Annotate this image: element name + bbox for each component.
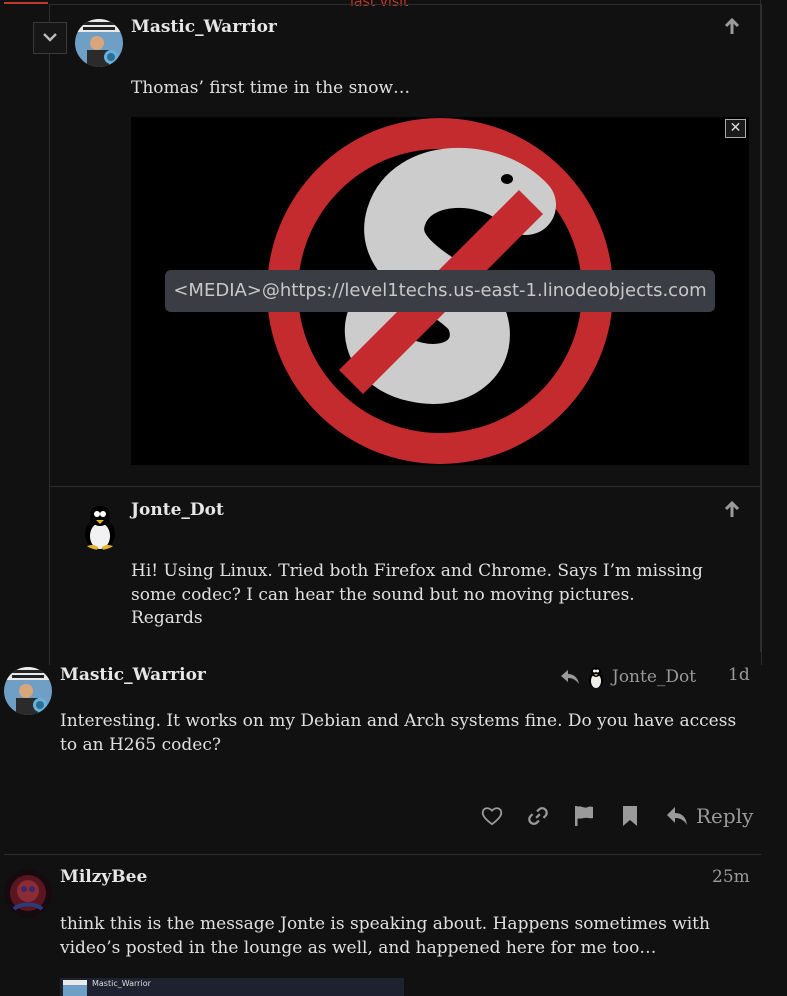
reply-to-post-author[interactable]: Jonte_Dot — [131, 500, 224, 520]
divider — [50, 486, 760, 487]
text-line: to an H265 codec? — [60, 734, 221, 755]
context-right-border — [760, 0, 761, 652]
go-to-post-arrow-icon[interactable] — [723, 500, 741, 523]
text-line: Interesting. It works on my Debian and A… — [60, 711, 737, 731]
reply-share-icon — [561, 670, 579, 684]
last-visit-line — [4, 2, 48, 4]
bookmark-icon — [623, 806, 637, 826]
embedded-post-text: Thomas’ first time in the snow… — [131, 78, 411, 98]
bookmark-button[interactable] — [616, 802, 644, 830]
next-post-author[interactable]: MilzyBee — [60, 867, 147, 887]
heart-icon — [481, 807, 503, 826]
avatar-jonte-dot[interactable] — [76, 502, 124, 550]
reply-icon — [667, 807, 687, 825]
flag-button[interactable] — [570, 802, 598, 830]
text-line: think this is the message Jonte is speak… — [60, 914, 710, 934]
reply-button-label: Reply — [696, 804, 754, 828]
next-post-body: think this is the message Jonte is speak… — [60, 913, 710, 960]
like-button[interactable] — [478, 802, 506, 830]
reply-to-post-text: Hi! Using Linux. Tried both Firefox and … — [131, 560, 703, 631]
text-line: video’s posted in the lounge as well, an… — [60, 937, 657, 958]
chevron-down-icon — [43, 33, 57, 42]
reply-to-tab[interactable]: Jonte_Dot — [560, 665, 696, 689]
post-body: Interesting. It works on my Debian and A… — [60, 710, 736, 757]
media-url-label: <MEDIA>@https://level1techs.us-east-1.li… — [165, 270, 715, 312]
post-divider — [4, 854, 761, 855]
screenshot-thumbnail[interactable]: Mastic_Warrior — [60, 978, 404, 996]
penguin-avatar-image — [76, 502, 124, 550]
milzybee-avatar-image — [4, 869, 52, 917]
collapse-context-button[interactable] — [33, 22, 67, 54]
avatar-milzybee[interactable] — [4, 869, 52, 917]
close-media-icon[interactable]: ✕ — [725, 119, 746, 138]
go-to-post-arrow-icon[interactable] — [723, 17, 741, 40]
thumbnail-avatar — [63, 980, 87, 996]
embedded-post-author[interactable]: Mastic_Warrior — [131, 17, 277, 37]
copy-link-button[interactable] — [524, 802, 552, 830]
post-date[interactable]: 1d — [728, 665, 750, 685]
thumbnail-author: Mastic_Warrior — [92, 979, 151, 988]
reply-to-name: Jonte_Dot — [612, 667, 697, 687]
mastic-warrior-avatar-image — [75, 19, 123, 67]
reply-button[interactable]: Reply — [666, 800, 753, 832]
post-date[interactable]: 25m — [712, 867, 750, 887]
link-icon — [528, 807, 548, 825]
avatar-mastic-warrior[interactable] — [75, 19, 123, 67]
post-author[interactable]: Mastic_Warrior — [60, 665, 206, 685]
mastic-warrior-avatar-image — [4, 667, 52, 715]
reply-to-avatar — [589, 667, 603, 688]
text-line: Regards — [131, 608, 203, 628]
avatar-mastic-warrior[interactable] — [4, 667, 52, 715]
text-line: Hi! Using Linux. Tried both Firefox and … — [131, 561, 703, 581]
text-line: some codec? I can hear the sound but no … — [131, 584, 635, 605]
flag-icon — [575, 806, 593, 826]
